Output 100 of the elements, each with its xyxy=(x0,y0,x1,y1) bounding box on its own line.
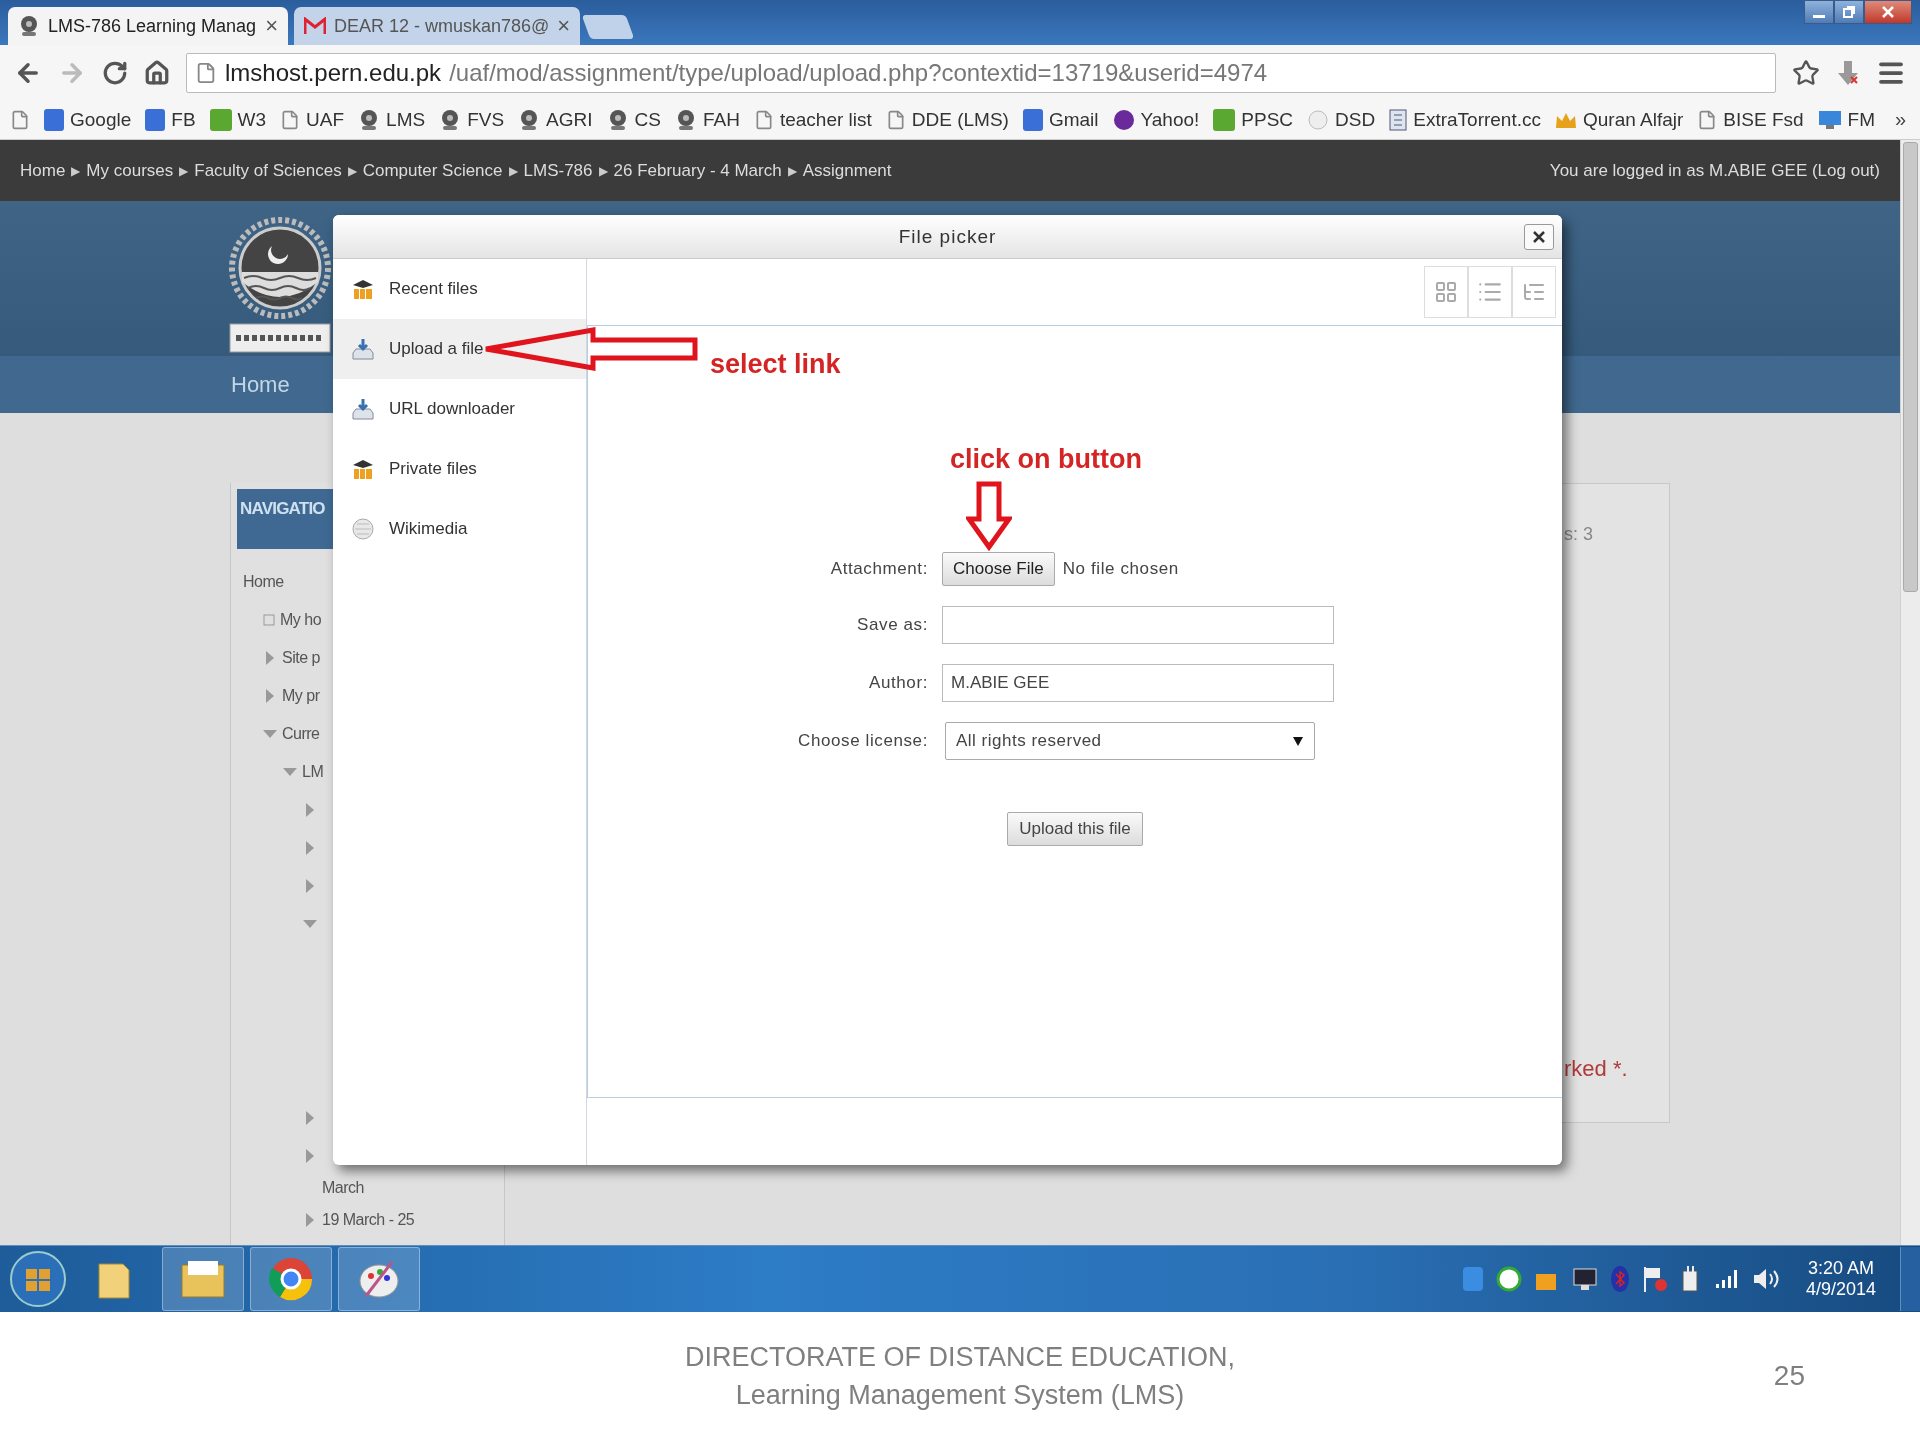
breadcrumb-link[interactable]: Computer Science xyxy=(362,160,503,181)
breadcrumb-link[interactable]: Home xyxy=(20,160,66,181)
bookmark[interactable]: ExtraTorrent.cc xyxy=(1389,108,1541,131)
tree-item[interactable]: My pr xyxy=(282,687,320,705)
page-icon xyxy=(280,109,301,130)
taskbar-icon[interactable] xyxy=(250,1247,332,1311)
bookmark[interactable]: Google xyxy=(44,108,132,131)
webcam-icon xyxy=(18,15,40,37)
bookmark[interactable]: FAH xyxy=(674,108,740,131)
close-button[interactable] xyxy=(1524,224,1554,250)
breadcrumb-link[interactable]: LMS-786 xyxy=(523,160,593,181)
logo-icon xyxy=(1022,108,1043,131)
save-as-field[interactable] xyxy=(942,606,1334,644)
home-button[interactable] xyxy=(144,59,170,86)
restore-icon xyxy=(1843,6,1855,18)
bookmark[interactable]: CS xyxy=(606,108,661,131)
reload-button[interactable] xyxy=(102,59,128,86)
tray-arrow-icon xyxy=(351,397,375,421)
page-icon xyxy=(10,109,30,130)
breadcrumb-link[interactable]: Faculty of Sciences xyxy=(194,160,342,181)
tree-item[interactable]: Home xyxy=(243,573,284,591)
breadcrumb-separator: ▶ xyxy=(508,163,518,178)
globe-icon xyxy=(351,517,375,541)
bookmark[interactable]: PPSC xyxy=(1213,108,1294,131)
breadcrumb-separator: ▶ xyxy=(179,163,189,178)
monitor-icon xyxy=(1817,109,1842,130)
bookmark[interactable]: W3 xyxy=(209,108,267,131)
bookmark[interactable]: BISE Fsd xyxy=(1697,108,1804,131)
close-button[interactable] xyxy=(1864,0,1912,24)
field-label: Save as: xyxy=(856,615,928,635)
bookmark[interactable]: Quran Alfajr xyxy=(1555,108,1684,131)
choose-file-button[interactable]: Choose File xyxy=(942,552,1055,586)
bookmark[interactable]: AGRI xyxy=(518,108,593,131)
bookmark[interactable]: FM xyxy=(1817,108,1875,131)
address-field[interactable]: lmshost.pern.edu.pk /uaf/mod/assignment/type/upload/upload.php?contextid=13719&userid=4974 xyxy=(186,52,1776,93)
browser-tab[interactable]: LMS-786 Learning Manag × xyxy=(8,7,288,45)
monitor-icon[interactable] xyxy=(1571,1266,1598,1292)
new-tab-button[interactable] xyxy=(581,15,635,39)
breadcrumb-separator: ▶ xyxy=(71,163,81,178)
flag-icon[interactable] xyxy=(1641,1265,1668,1293)
logout-link[interactable]: (Log out) xyxy=(1811,160,1880,180)
bookmark[interactable]: DDE (LMS) xyxy=(885,108,1009,131)
grid-icon xyxy=(1434,280,1458,304)
clock[interactable]: 3:20 AM 4/9/2014 xyxy=(1805,1258,1876,1300)
home-nav-link[interactable]: Home xyxy=(231,371,290,398)
tab-close-button[interactable]: × xyxy=(557,13,571,39)
logo-icon xyxy=(44,108,64,131)
taskbar-icon[interactable] xyxy=(162,1247,244,1311)
graduation-cap-icon xyxy=(351,277,375,301)
minimize-button[interactable] xyxy=(1804,0,1834,24)
tree-item[interactable]: 19 March - 25 xyxy=(322,1211,415,1229)
grid-view-button[interactable] xyxy=(1424,266,1468,318)
list-view-button[interactable] xyxy=(1468,266,1512,318)
tree-item[interactable]: March xyxy=(322,1179,364,1197)
block-text: s: 3 xyxy=(1564,524,1594,545)
arrow-icon xyxy=(483,326,699,372)
bookmark[interactable]: Gmail xyxy=(1022,108,1099,131)
upload-button[interactable]: Upload this file xyxy=(1007,812,1143,846)
tree-item[interactable]: Site p xyxy=(282,649,320,667)
tab-close-button[interactable]: × xyxy=(265,13,278,39)
bookmark[interactable] xyxy=(10,109,30,130)
breadcrumb-link[interactable]: Assignment xyxy=(802,160,892,181)
bookmark[interactable]: DSD xyxy=(1307,108,1376,131)
tree-view-button[interactable] xyxy=(1512,266,1556,318)
show-desktop-button[interactable] xyxy=(1900,1247,1920,1311)
bookmark[interactable]: UAF xyxy=(280,108,345,131)
page-icon xyxy=(195,61,217,84)
block-text: rked *. xyxy=(1564,1056,1629,1082)
tree-item[interactable]: My ho xyxy=(280,611,322,629)
scrollbar[interactable] xyxy=(1900,140,1920,1245)
extension-button[interactable] xyxy=(1836,58,1860,87)
breadcrumb-link[interactable]: 26 February - 4 March xyxy=(613,160,782,181)
close-icon xyxy=(1532,230,1546,244)
tree-item[interactable]: LM xyxy=(302,763,324,781)
license-select[interactable]: All rights reserved xyxy=(945,722,1315,760)
bookmark[interactable]: teacher list xyxy=(753,108,872,131)
bookmark[interactable]: FB xyxy=(145,108,196,131)
annotation-text: click on button xyxy=(950,444,1142,475)
bookmark[interactable]: Yahoo! xyxy=(1112,108,1200,131)
breadcrumb-separator: ▶ xyxy=(598,163,608,178)
speaker-icon[interactable] xyxy=(1751,1266,1780,1292)
taskbar-icon[interactable] xyxy=(338,1247,420,1311)
more-bookmarks-button[interactable]: » xyxy=(1889,107,1913,132)
breadcrumb-separator: ▶ xyxy=(787,163,797,178)
bluetooth-icon[interactable] xyxy=(1609,1265,1630,1293)
restore-button[interactable] xyxy=(1834,0,1864,24)
signal-icon[interactable] xyxy=(1713,1268,1740,1290)
bookmark[interactable]: LMS xyxy=(358,108,426,131)
tray-icon[interactable] xyxy=(1495,1266,1522,1292)
browser-tab[interactable]: DEAR 12 - wmuskan786@ × xyxy=(294,7,581,45)
tree-item[interactable]: Curre xyxy=(282,725,320,743)
field-label: Author: xyxy=(868,673,928,693)
bookmark[interactable]: FVS xyxy=(439,108,505,131)
repository-item[interactable]: Upload a file xyxy=(333,319,586,379)
breadcrumb-link[interactable]: My courses xyxy=(86,160,174,181)
author-field[interactable]: M.ABIE GEE xyxy=(942,664,1334,702)
bookmark-star-button[interactable] xyxy=(1792,58,1820,87)
close-icon xyxy=(1881,5,1895,19)
tray-arrow-icon xyxy=(351,337,375,361)
start-button[interactable] xyxy=(8,1249,68,1309)
